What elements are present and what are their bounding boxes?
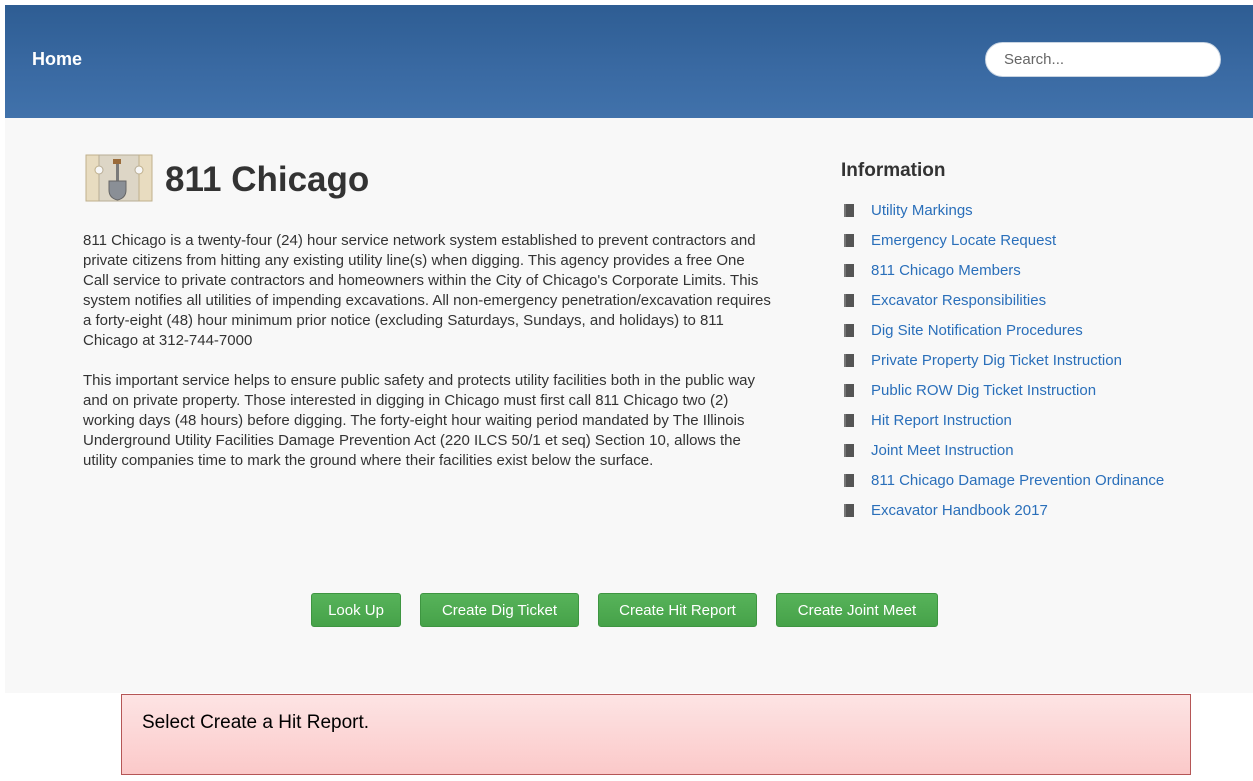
navbar: Home	[5, 5, 1253, 118]
create-dig-ticket-button[interactable]: Create Dig Ticket	[420, 593, 579, 627]
book-icon	[844, 353, 854, 367]
information-heading: Information	[841, 160, 946, 181]
look-up-button[interactable]: Look Up	[311, 593, 401, 627]
home-link[interactable]: Home	[32, 49, 82, 70]
list-item: Utility Markings	[841, 195, 1164, 225]
list-item: Joint Meet Instruction	[841, 435, 1164, 465]
description-paragraph: 811 Chicago is a twenty-four (24) hour s…	[83, 232, 771, 349]
information-list: Utility Markings Emergency Locate Reques…	[841, 195, 1164, 525]
info-link-excavator-responsibilities[interactable]: Excavator Responsibilities	[871, 292, 1046, 309]
info-link-damage-prevention-ordinance[interactable]: 811 Chicago Damage Prevention Ordinance	[871, 472, 1164, 489]
book-icon	[844, 383, 854, 397]
list-item: Dig Site Notification Procedures	[841, 315, 1164, 345]
app-window: Home 811 Chicago 811 Chicago is a twenty…	[5, 5, 1253, 693]
create-hit-report-button[interactable]: Create Hit Report	[598, 593, 757, 627]
list-item: Excavator Handbook 2017	[841, 495, 1164, 525]
list-item: Public ROW Dig Ticket Instruction	[841, 375, 1164, 405]
description: 811 Chicago is a twenty-four (24) hour s…	[83, 231, 773, 491]
list-item: Hit Report Instruction	[841, 405, 1164, 435]
page-title: 811 Chicago	[165, 160, 370, 199]
list-item: Excavator Responsibilities	[841, 285, 1164, 315]
list-item: Emergency Locate Request	[841, 225, 1164, 255]
book-icon	[844, 473, 854, 487]
book-icon	[844, 233, 854, 247]
book-icon	[844, 203, 854, 217]
shovel-icon	[85, 154, 153, 202]
info-link-emergency-locate-request[interactable]: Emergency Locate Request	[871, 232, 1056, 249]
description-paragraph: This important service helps to ensure p…	[83, 372, 755, 469]
book-icon	[844, 293, 854, 307]
list-item: 811 Chicago Members	[841, 255, 1164, 285]
info-link-public-row-dig-ticket[interactable]: Public ROW Dig Ticket Instruction	[871, 382, 1096, 399]
book-icon	[844, 323, 854, 337]
info-link-joint-meet-instruction[interactable]: Joint Meet Instruction	[871, 442, 1014, 459]
book-icon	[844, 413, 854, 427]
list-item: Private Property Dig Ticket Instruction	[841, 345, 1164, 375]
callout-text: Select Create a Hit Report.	[142, 712, 370, 733]
info-link-utility-markings[interactable]: Utility Markings	[871, 202, 973, 219]
list-item: 811 Chicago Damage Prevention Ordinance	[841, 465, 1164, 495]
search-input[interactable]	[985, 42, 1221, 77]
info-link-members[interactable]: 811 Chicago Members	[871, 262, 1021, 279]
info-link-dig-site-notification[interactable]: Dig Site Notification Procedures	[871, 322, 1083, 339]
info-link-hit-report-instruction[interactable]: Hit Report Instruction	[871, 412, 1012, 429]
create-joint-meet-button[interactable]: Create Joint Meet	[776, 593, 938, 627]
book-icon	[844, 503, 854, 517]
book-icon	[844, 263, 854, 277]
info-link-excavator-handbook[interactable]: Excavator Handbook 2017	[871, 502, 1048, 519]
instruction-callout: Select Create a Hit Report.	[121, 694, 1191, 775]
info-link-private-property-dig-ticket[interactable]: Private Property Dig Ticket Instruction	[871, 352, 1122, 369]
book-icon	[844, 443, 854, 457]
